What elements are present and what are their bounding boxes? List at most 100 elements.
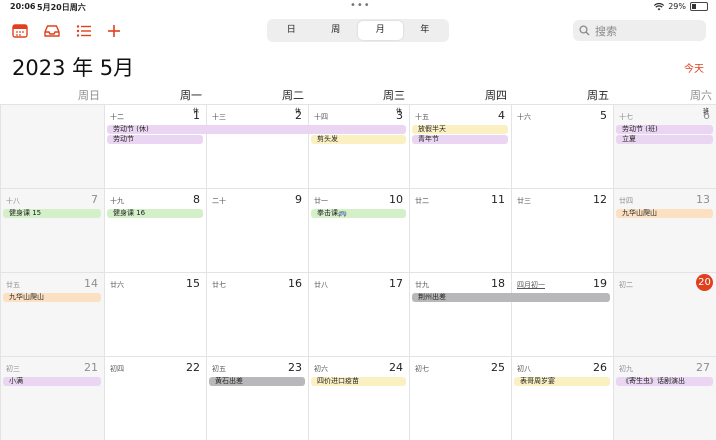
lunar-date: 十四 — [314, 113, 328, 121]
day-cell[interactable]: 初三 21 — [0, 356, 104, 440]
day-number: 4 — [498, 109, 505, 122]
lunar-date: 廿八 — [314, 281, 328, 289]
weekday-label: 周六 — [690, 89, 712, 102]
day-cell[interactable]: 廿九 18 — [409, 272, 511, 356]
day-cell[interactable]: 初五 23 — [206, 356, 308, 440]
calendar-event[interactable]: 九华山爬山 — [3, 293, 101, 302]
tab-year[interactable]: 年 — [403, 21, 448, 40]
day-number: 12 — [593, 193, 607, 206]
day-cell[interactable]: 廿四 13 — [613, 188, 716, 272]
event-title: 青年节 — [418, 135, 439, 143]
status-right: 29% — [654, 2, 708, 11]
calendar-event[interactable]: 荆州出差 — [412, 293, 610, 302]
day-number: 26 — [593, 361, 607, 374]
calendar-event[interactable]: 放假半天 — [412, 125, 508, 134]
today-button[interactable]: 今天 — [684, 60, 704, 75]
status-time: 20:06 — [10, 2, 36, 11]
page-title: 2023 年 5月 — [12, 56, 135, 80]
day-cell[interactable]: 十九 8 — [104, 188, 206, 272]
day-number: 7 — [91, 193, 98, 206]
day-number: 13 — [696, 193, 710, 206]
day-cell[interactable]: 廿八 17 — [308, 272, 409, 356]
calendar-event[interactable]: 劳动节 (班) — [616, 125, 713, 134]
day-cell[interactable]: 廿六 15 — [104, 272, 206, 356]
lunar-date: 初二 — [619, 281, 633, 289]
month-grid: 十二 1 休十三 2 休十四 3 休十五 4 十六 5 十七 6 班十八 7 十九 8 二十 9 廿一 10 廿二 11 廿… — [0, 104, 716, 440]
day-cell[interactable]: 廿五 14 — [0, 272, 104, 356]
event-title: 小满 — [9, 377, 23, 385]
calendar-icon[interactable] — [11, 22, 29, 40]
battery-icon — [690, 2, 708, 11]
day-cell[interactable]: 廿二 11 — [409, 188, 511, 272]
calendar-event[interactable]: 小满 — [3, 377, 101, 386]
day-cell[interactable]: 廿七 16 — [206, 272, 308, 356]
day-cell[interactable]: 二十 9 — [206, 188, 308, 272]
lunar-date: 廿五 — [6, 281, 20, 289]
lunar-date: 初七 — [415, 365, 429, 373]
calendar-event[interactable]: 表哥周岁宴 — [514, 377, 610, 386]
lunar-date: 初六 — [314, 365, 328, 373]
event-title: 劳动节 — [113, 135, 134, 143]
lunar-date: 初八 — [517, 365, 531, 373]
day-cell[interactable]: 初二 20 — [613, 272, 716, 356]
day-cell[interactable]: 廿三 12 — [511, 188, 613, 272]
day-cell[interactable]: 十四 3 休 — [308, 104, 409, 188]
lunar-date: 廿一 — [314, 197, 328, 205]
event-title: 表哥周岁宴 — [520, 377, 555, 385]
lunar-date: 初五 — [212, 365, 226, 373]
weekday-label: 周一 — [180, 89, 202, 102]
day-cell[interactable] — [0, 104, 104, 188]
battery-percent: 29% — [668, 2, 686, 11]
lunar-date: 初三 — [6, 365, 20, 373]
day-number: 24 — [389, 361, 403, 374]
event-emoji-icon: 🚌 — [338, 209, 347, 217]
calendar-event[interactable]: 剪头发 — [311, 135, 406, 144]
inbox-icon[interactable] — [43, 22, 61, 40]
calendar-event[interactable]: 九华山爬山 — [616, 209, 713, 218]
calendar-event[interactable]: 四价进口疫苗 — [311, 377, 406, 386]
lunar-date: 十三 — [212, 113, 226, 121]
wifi-icon — [654, 2, 665, 10]
day-cell[interactable]: 四月初一 19 — [511, 272, 613, 356]
calendar-event[interactable]: 立夏 — [616, 135, 713, 144]
calendar-event[interactable]: 拳击课🚌 — [311, 209, 406, 218]
day-cell[interactable]: 初七 25 — [409, 356, 511, 440]
tab-day[interactable]: 日 — [269, 21, 314, 40]
day-cell[interactable]: 初四 22 — [104, 356, 206, 440]
day-cell[interactable]: 十六 5 — [511, 104, 613, 188]
holiday-badge: 休 — [395, 108, 402, 115]
lunar-date: 二十 — [212, 197, 226, 205]
list-icon[interactable] — [75, 22, 93, 40]
day-cell[interactable]: 十七 6 班 — [613, 104, 716, 188]
event-title: 放假半天 — [418, 125, 446, 133]
day-number: 27 — [696, 361, 710, 374]
day-cell[interactable]: 十八 7 — [0, 188, 104, 272]
weekday-label: 周五 — [587, 89, 609, 102]
calendar-event[interactable]: 健身课 16 — [107, 209, 203, 218]
tab-week[interactable]: 周 — [314, 21, 359, 40]
day-cell[interactable]: 初八 26 — [511, 356, 613, 440]
calendar-event[interactable]: 青年节 — [412, 135, 508, 144]
lunar-date: 廿七 — [212, 281, 226, 289]
day-number: 11 — [491, 193, 505, 206]
day-cell[interactable]: 十二 1 休 — [104, 104, 206, 188]
day-cell[interactable]: 十五 4 — [409, 104, 511, 188]
calendar-event[interactable]: 黄石出差 — [209, 377, 305, 386]
day-cell[interactable]: 十三 2 休 — [206, 104, 308, 188]
calendar-event[interactable]: 《寄生虫》话剧演出 — [616, 377, 713, 386]
calendar-event[interactable]: 劳动节 (休) — [107, 125, 406, 134]
day-number: 17 — [389, 277, 403, 290]
today-day-number: 20 — [696, 274, 713, 291]
calendar-event[interactable]: 劳动节 — [107, 135, 203, 144]
search-field[interactable]: 搜索 — [573, 20, 706, 41]
tab-month[interactable]: 月 — [358, 21, 403, 40]
day-cell[interactable]: 初九 27 — [613, 356, 716, 440]
day-cell[interactable]: 廿一 10 — [308, 188, 409, 272]
event-title: 健身课 16 — [113, 209, 146, 217]
day-number: 19 — [593, 277, 607, 290]
add-icon[interactable] — [105, 22, 123, 40]
multitasking-dots-icon[interactable]: ••• — [350, 0, 371, 11]
calendar-event[interactable]: 健身课 15 — [3, 209, 101, 218]
event-title: 立夏 — [622, 135, 636, 143]
day-cell[interactable]: 初六 24 — [308, 356, 409, 440]
